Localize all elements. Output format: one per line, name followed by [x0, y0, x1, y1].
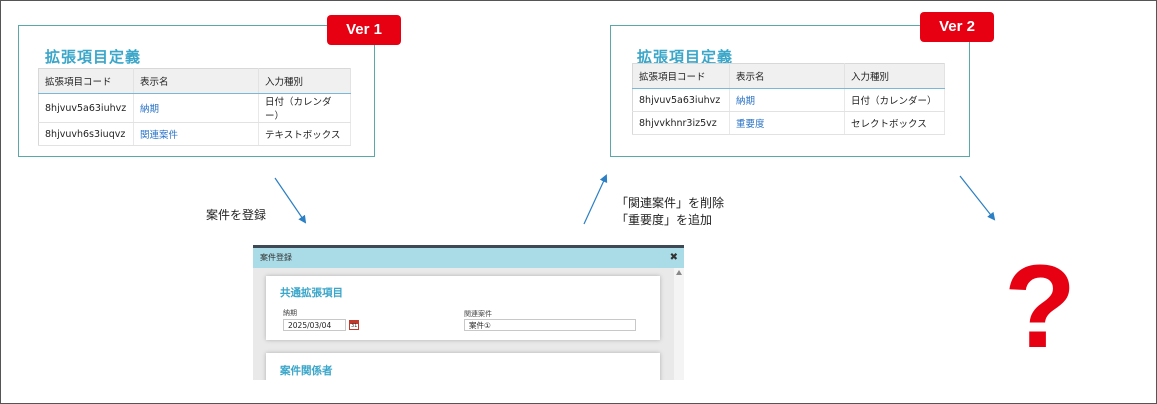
unknown-result-symbol: ? [1004, 241, 1077, 373]
scroll-up-icon[interactable] [676, 270, 682, 275]
field-label-related-case: 関連案件 [464, 310, 492, 318]
related-case-input[interactable]: 案件① [464, 319, 636, 331]
close-icon[interactable]: ✖ [670, 248, 678, 268]
calendar-icon[interactable]: 31 [349, 320, 359, 330]
caption-change-line1: 「関連案件」を削除 [616, 196, 725, 210]
caption-change-line2: 「重要度」を追加 [616, 213, 713, 227]
dialog-scrollbar[interactable] [674, 268, 684, 380]
caption-register: 案件を登録 [206, 208, 267, 222]
field-label-due-date: 納期 [283, 309, 297, 317]
arrow-ver1-to-dialog [274, 177, 307, 224]
section-title-stakeholders: 案件関係者 [280, 365, 333, 377]
section-title-common: 共通拡張項目 [280, 287, 343, 299]
arrow-dialog-to-ver2 [583, 174, 608, 225]
arrow-ver2-to-result [959, 175, 996, 221]
case-registration-dialog: 案件登録 ✖ 共通拡張項目 納期 2025/03/04 31 関連案件 案件① … [253, 245, 684, 380]
dialog-header: 案件登録 ✖ [253, 248, 684, 268]
case-stakeholders-card: 案件関係者 [266, 353, 660, 380]
common-extension-card: 共通拡張項目 納期 2025/03/04 31 関連案件 案件① [266, 276, 660, 340]
calendar-day: 31 [351, 323, 358, 329]
dialog-title: 案件登録 [260, 253, 292, 262]
due-date-input[interactable]: 2025/03/04 [283, 319, 346, 331]
